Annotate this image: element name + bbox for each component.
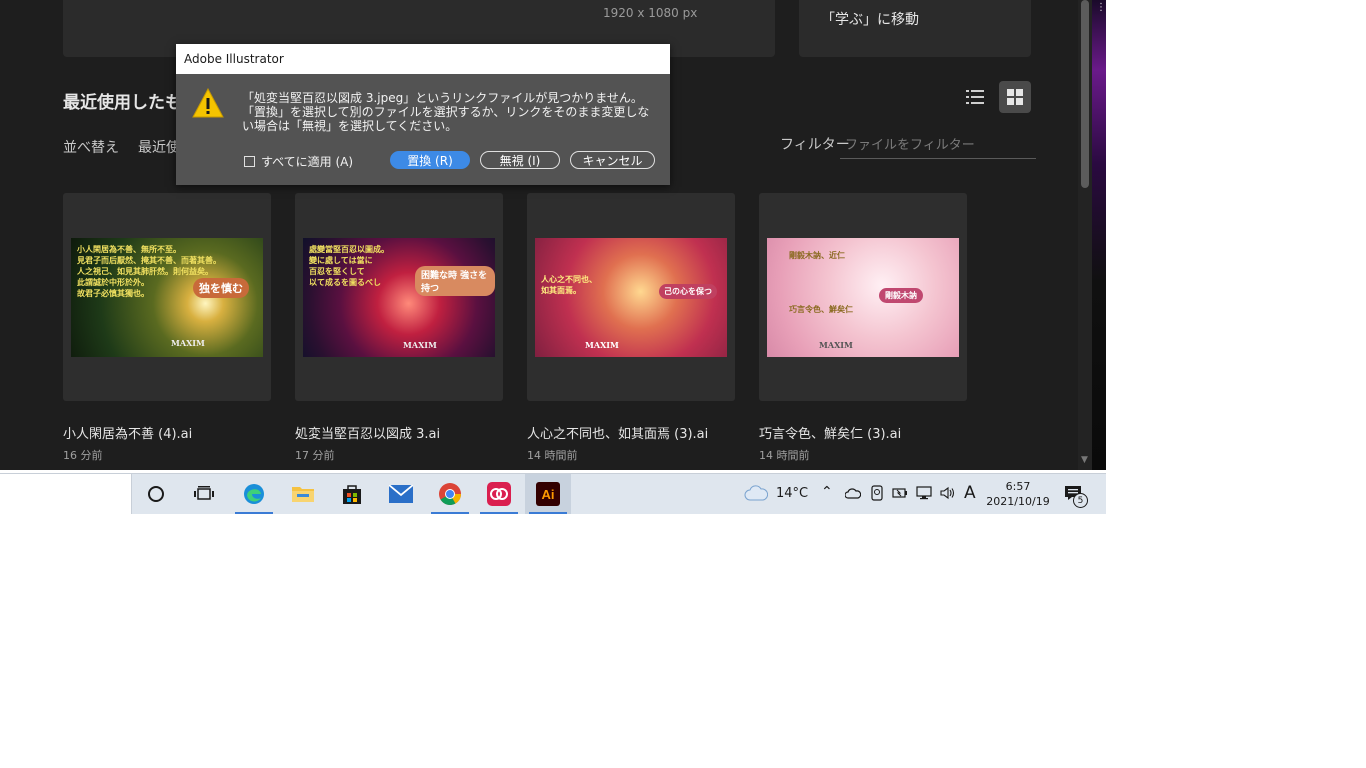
dialog-message: 「処変当堅百忍以図成 3.jpeg」というリンクファイルが見つかりません。 「置… — [242, 91, 650, 133]
chrome-button[interactable] — [427, 474, 473, 514]
file-thumbnail-frame[interactable]: 剛毅木訥、近仁 巧言令色、鮮矣仁 剛毅木訥 MAXIM — [759, 193, 967, 401]
volume-icon[interactable] — [940, 486, 956, 500]
file-name[interactable]: 処変当堅百忍以図成 3.ai — [295, 423, 503, 442]
missing-link-dialog: Adobe Illustrator 「処変当堅百忍以図成 3.jpeg」というリ… — [176, 44, 670, 185]
clock-time: 6:57 — [1005, 480, 1031, 493]
file-thumbnail: 人心之不同也、 如其面焉。 己の心を保つ MAXIM — [535, 237, 727, 357]
cortana-circle-icon — [148, 486, 164, 502]
file-thumbnail-frame[interactable]: 處變當堅百忍以圖成。 變に處しては當に 百忍を堅くして 以て成るを圖るべし 困難… — [295, 193, 503, 401]
checkbox-box[interactable] — [244, 156, 255, 167]
scrollbar-thumb[interactable] — [1081, 0, 1089, 188]
list-icon — [966, 90, 984, 104]
file-thumbnail: 剛毅木訥、近仁 巧言令色、鮮矣仁 剛毅木訥 MAXIM — [767, 237, 959, 357]
ignore-button[interactable]: 無視 (I) — [480, 151, 560, 169]
edge-icon — [244, 484, 264, 504]
taskbar-search-box[interactable] — [0, 474, 132, 514]
file-card[interactable]: 處變當堅百忍以圖成。 變に處しては當に 百忍を堅くして 以て成るを圖るべし 困難… — [295, 193, 503, 463]
learn-card[interactable]: 「学ぶ」に移動 — [799, 0, 1031, 57]
preset-size-label: 1920 x 1080 px — [603, 6, 698, 20]
ime-indicator[interactable]: A — [964, 483, 976, 503]
mail-icon — [389, 485, 413, 503]
task-view-icon — [194, 486, 214, 500]
grid-icon — [1007, 89, 1023, 105]
weather-cloud-icon — [744, 485, 768, 501]
file-modified-time: 14 時間前 — [759, 449, 810, 462]
file-card[interactable]: 人心之不同也、 如其面焉。 己の心を保つ MAXIM 人心之不同也、如其面焉 (… — [527, 193, 735, 463]
notification-count-badge: 5 — [1073, 493, 1088, 508]
windows-taskbar: Ai 14°C ⌃ A 6:57 2021/10/19 5 — [0, 473, 1106, 514]
file-thumbnail-frame[interactable]: 人心之不同也、 如其面焉。 己の心を保つ MAXIM — [527, 193, 735, 401]
vertical-scrollbar[interactable]: ▼ — [1078, 0, 1092, 470]
go-to-learn-link[interactable]: 「学ぶ」に移動 — [821, 9, 919, 29]
action-center-button[interactable]: 5 — [1058, 479, 1094, 509]
apply-to-all-checkbox[interactable]: すべてに適用 (A) — [244, 153, 353, 170]
task-view-button[interactable] — [181, 474, 227, 514]
cancel-button[interactable]: キャンセル — [570, 151, 655, 169]
show-hidden-icons-chevron-icon[interactable]: ⌃ — [821, 484, 833, 500]
battery-icon[interactable] — [892, 487, 908, 499]
warning-icon — [192, 88, 224, 118]
file-modified-time: 14 時間前 — [527, 449, 578, 462]
desktop-background-strip: ⋮ — [1092, 0, 1106, 470]
edge-button[interactable] — [231, 474, 277, 514]
file-name[interactable]: 小人閑居為不善 (4).ai — [63, 423, 271, 442]
network-icon[interactable] — [916, 486, 932, 500]
sort-dropdown[interactable]: 最近使 — [138, 137, 180, 157]
replace-button[interactable]: 置換 (R) — [390, 151, 470, 169]
onedrive-cloud-icon[interactable] — [845, 487, 861, 499]
file-modified-time: 17 分前 — [295, 449, 335, 462]
apply-to-all-label: すべてに適用 (A) — [261, 155, 354, 169]
folder-icon — [292, 487, 314, 502]
store-bag-icon — [343, 485, 361, 504]
weather-temperature[interactable]: 14°C — [776, 486, 808, 501]
store-button[interactable] — [329, 474, 375, 514]
recent-files-title: 最近使用したも — [63, 93, 182, 113]
file-thumbnail: 處變當堅百忍以圖成。 變に處しては當に 百忍を堅くして 以て成るを圖るべし 困難… — [303, 237, 495, 357]
list-view-button[interactable] — [959, 81, 991, 113]
file-explorer-button[interactable] — [280, 474, 326, 514]
clock-date: 2021/10/19 — [986, 495, 1050, 508]
creative-cloud-button[interactable] — [476, 474, 522, 514]
mail-button[interactable] — [378, 474, 424, 514]
chrome-icon — [439, 483, 461, 505]
dialog-title: Adobe Illustrator — [176, 44, 670, 74]
illustrator-button[interactable]: Ai — [525, 474, 571, 514]
taskbar-clock[interactable]: 6:57 2021/10/19 — [986, 479, 1050, 509]
file-name[interactable]: 人心之不同也、如其面焉 (3).ai — [527, 423, 735, 442]
file-thumbnail: 小人閑居為不善、無所不至。 見君子而后厭然、掩其不善、而著其善。 人之視己、如見… — [71, 237, 263, 357]
file-card[interactable]: 剛毅木訥、近仁 巧言令色、鮮矣仁 剛毅木訥 MAXIM 巧言令色、鮮矣仁 (3)… — [759, 193, 967, 463]
file-card[interactable]: 小人閑居為不善、無所不至。 見君子而后厭然、掩其不善、而著其善。 人之視己、如見… — [63, 193, 271, 463]
file-thumbnail-frame[interactable]: 小人閑居為不善、無所不至。 見君子而后厭然、掩其不善、而著其善。 人之視己、如見… — [63, 193, 271, 401]
file-name[interactable]: 巧言令色、鮮矣仁 (3).ai — [759, 423, 967, 442]
creative-cloud-icon — [487, 482, 511, 506]
sort-label: 並べ替え — [63, 140, 119, 156]
grid-view-button[interactable] — [999, 81, 1031, 113]
file-modified-time: 16 分前 — [63, 449, 103, 462]
meet-now-icon[interactable] — [870, 485, 884, 501]
scroll-down-icon[interactable]: ▼ — [1081, 455, 1088, 465]
filter-input[interactable] — [840, 132, 1036, 159]
cortana-button[interactable] — [133, 474, 179, 514]
more-icon: ⋮ — [1096, 2, 1106, 13]
illustrator-icon: Ai — [536, 482, 560, 506]
